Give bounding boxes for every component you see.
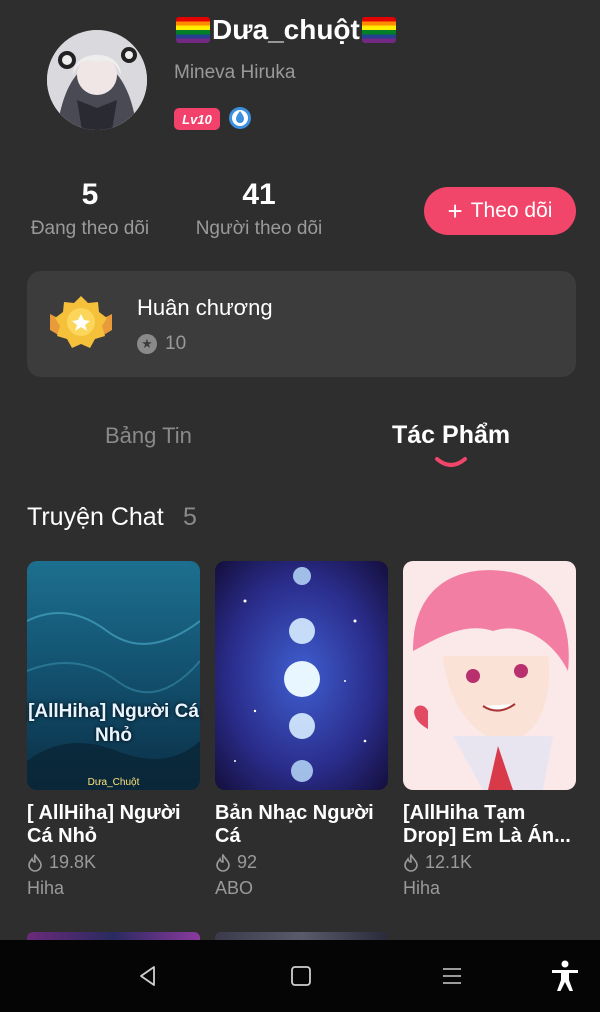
story-tag[interactable]: ABO [215,878,253,899]
flame-icon [404,853,418,872]
section-count: 5 [183,503,197,531]
story-cover[interactable] [215,561,388,790]
rainbow-flag-icon [176,17,210,43]
active-tab-indicator [434,456,468,470]
followers-count: 41 [242,178,276,211]
flame-icon [216,853,230,872]
medal-icon [46,294,116,352]
story-tag[interactable]: Hiha [27,878,64,899]
story-title[interactable]: [ AllHiha] Người Cá Nhỏ [27,802,202,848]
tab-works[interactable]: Tác Phẩm [392,421,510,450]
username: Dưa_chuột [174,14,398,46]
story-views-value: 19.8K [49,852,97,872]
system-nav-bar [0,940,600,1012]
story-cover[interactable] [27,561,200,790]
level-badge[interactable]: Lv10 [174,108,220,130]
followers-label: Người theo dõi [195,218,323,239]
plus-icon: + [447,196,463,226]
story-cover-credit: Dưa_Chuột [87,777,140,788]
section-title: Truyện Chat [27,503,164,531]
story-tag[interactable]: Hiha [403,878,440,899]
medal-count: ★ 10 [137,333,186,355]
following-stat[interactable]: 5 Đang theo dõi [27,178,153,240]
story-cover[interactable] [403,561,576,790]
followers-stat[interactable]: 41 Người theo dõi [192,178,326,240]
star-icon: ★ [137,334,157,354]
verified-badge-icon[interactable] [228,106,252,130]
tab-feed[interactable]: Bảng Tin [105,423,192,449]
story-title[interactable]: [AllHiha Tạm Drop] Em Là Án... [403,802,578,848]
following-count: 5 [81,178,99,211]
medal-title: Huân chương [137,295,273,320]
story-title[interactable]: Bản Nhạc Người Cá [215,802,390,848]
story-views: 12.1K [403,852,472,873]
rainbow-flag-icon [361,17,396,43]
follow-button[interactable]: + Theo dõi [424,187,576,235]
back-icon[interactable] [128,958,168,994]
following-label: Đang theo dõi [30,218,150,239]
story-views: 92 [215,852,257,873]
accessibility-icon[interactable] [545,958,585,994]
medal-count-value: 10 [165,333,187,354]
story-views-value: 12.1K [425,852,473,872]
flame-icon [28,853,42,872]
avatar[interactable] [47,30,147,130]
story-views-value: 92 [237,852,258,872]
home-icon[interactable] [281,958,321,994]
menu-icon[interactable] [432,958,472,994]
follow-button-label: Theo dõi [470,199,553,222]
story-cover-text: [AllHiha] Người Cá Nhỏ [28,701,199,746]
story-views: 19.8K [27,852,96,873]
profile-handle: Mineva Hiruka [174,62,296,83]
username-text: Dưa_chuột [212,14,360,45]
